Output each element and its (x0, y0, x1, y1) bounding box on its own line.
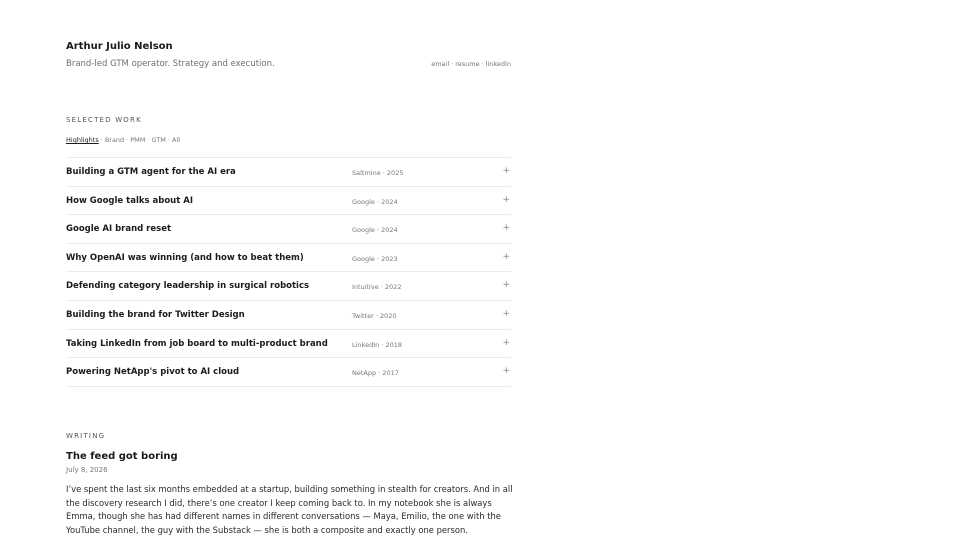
work-item-meta: Google · 2024 (352, 197, 398, 206)
work-item[interactable]: Building a GTM agent for the AI era Saltm… (66, 158, 511, 187)
work-item-meta: LinkedIn · 2018 (352, 340, 402, 349)
filter-separator: · (167, 136, 170, 144)
selected-work-heading: SELECTED WORK (66, 116, 142, 124)
work-item-title: Powering NetApp's pivot to AI cloud (66, 367, 240, 378)
work-item-title: Building a GTM agent for the AI era (66, 167, 236, 177)
linkedin-link[interactable]: linkedin (486, 60, 511, 68)
work-item[interactable]: Powering NetApp's pivot to AI cloud NetAp… (66, 358, 511, 387)
work-item-title: Defending category leadership in surgica… (66, 281, 310, 292)
filter-separator: · (147, 136, 150, 144)
contact-links: email · resume · linkedin (431, 60, 511, 68)
work-item-title: Google AI brand reset (66, 224, 172, 235)
work-item[interactable]: Why OpenAI was winning (and how to beat … (66, 244, 511, 273)
work-item-meta: Intuitive · 2022 (352, 283, 402, 292)
work-item[interactable]: Defending category leadership in surgica… (66, 272, 511, 301)
author-tagline: Brand-led GTM operator. Strategy and exe… (66, 59, 275, 69)
writing-heading: WRITING (66, 432, 106, 440)
work-item[interactable]: How Google talks about AI Google · 2024 + (66, 187, 511, 216)
portfolio-page: Arthur Julio Nelson Brand-led GTM operat… (0, 0, 960, 540)
plus-icon[interactable]: + (502, 252, 510, 262)
work-item-title: Why OpenAI was winning (and how to beat … (66, 252, 304, 263)
work-item[interactable]: Taking LinkedIn from job board to multi-… (66, 330, 511, 359)
filter-tab-highlights[interactable]: Highlights (66, 136, 99, 144)
work-item-meta: NetApp · 2017 (352, 369, 399, 378)
plus-icon[interactable]: + (502, 166, 510, 176)
work-item-title: Taking LinkedIn from job board to multi-… (66, 338, 328, 349)
link-separator: · (451, 60, 454, 68)
filter-separator: · (126, 136, 129, 144)
work-item-title: How Google talks about AI (66, 195, 194, 206)
work-item[interactable]: Google AI brand reset Google · 2024 + (66, 215, 511, 244)
link-separator: · (481, 60, 484, 68)
plus-icon[interactable]: + (502, 338, 510, 348)
plus-icon[interactable]: + (502, 280, 510, 290)
work-item[interactable]: Building the brand for Twitter Design Twi… (66, 301, 511, 330)
filter-separator: · (100, 136, 103, 144)
work-item-title: Building the brand for Twitter Design (66, 309, 245, 320)
work-list: Building a GTM agent for the AI era Saltm… (66, 157, 511, 387)
filter-tab-brand[interactable]: Brand (105, 136, 124, 144)
work-item-meta: Saltmine · 2025 (352, 169, 404, 177)
work-item-meta: Google · 2024 (352, 226, 398, 235)
post-title[interactable]: The feed got boring (66, 451, 178, 462)
plus-icon[interactable]: + (502, 195, 510, 205)
work-item-meta: Twitter · 2020 (352, 311, 397, 320)
resume-link[interactable]: resume (455, 60, 479, 68)
post-excerpt: I’ve spent the last six months embedded … (66, 484, 513, 535)
plus-icon[interactable]: + (502, 366, 510, 376)
email-link[interactable]: email (431, 60, 449, 68)
filter-tab-gtm[interactable]: GTM (151, 136, 165, 144)
plus-icon[interactable]: + (502, 309, 510, 319)
post-date: July 8, 2026 (66, 466, 108, 474)
plus-icon[interactable]: + (502, 223, 510, 233)
filter-tab-pmm[interactable]: PMM (130, 136, 145, 144)
work-filter-tabs: Highlights · Brand · PMM · GTM · All (66, 136, 180, 144)
filter-tab-all[interactable]: All (172, 136, 180, 144)
work-item-meta: Google · 2023 (352, 254, 398, 263)
author-name: Arthur Julio Nelson (66, 41, 173, 52)
